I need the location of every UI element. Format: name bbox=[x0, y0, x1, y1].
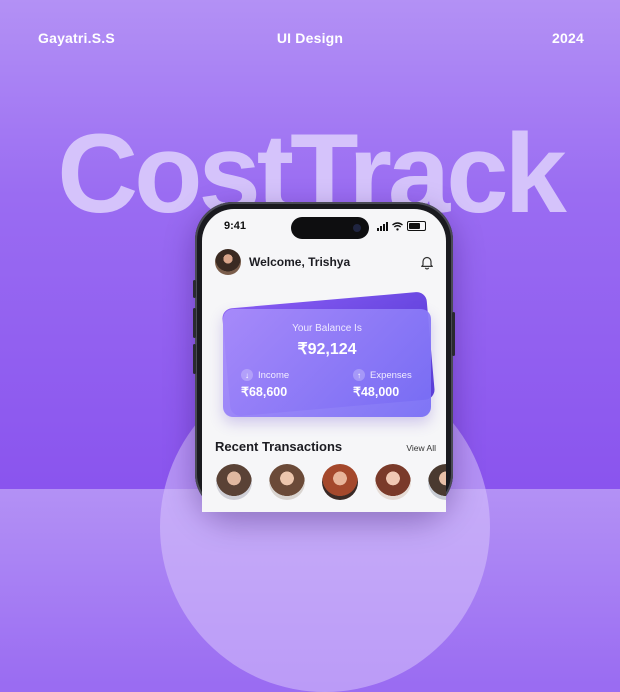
expenses-stat: ↑ Expenses ₹48,000 bbox=[353, 369, 412, 399]
phone-screen: 9:41 Welcome, Trishya Your Balance Is ₹9… bbox=[202, 209, 446, 512]
welcome-text: Welcome, Trishya bbox=[249, 255, 351, 269]
income-value: ₹68,600 bbox=[241, 385, 288, 399]
dynamic-island bbox=[291, 217, 369, 239]
contact-avatar[interactable] bbox=[428, 464, 446, 500]
app-header: Welcome, Trishya bbox=[215, 249, 350, 275]
phone-power-button bbox=[452, 312, 455, 356]
recent-contacts bbox=[216, 464, 446, 500]
wifi-icon bbox=[392, 221, 403, 231]
balance-label: Your Balance Is bbox=[292, 323, 362, 334]
contact-avatar[interactable] bbox=[375, 464, 411, 500]
phone-mockup: 9:41 Welcome, Trishya Your Balance Is ₹9… bbox=[193, 202, 455, 512]
year-label: 2024 bbox=[552, 30, 584, 46]
expenses-value: ₹48,000 bbox=[353, 385, 400, 399]
contact-avatar[interactable] bbox=[216, 464, 252, 500]
status-time: 9:41 bbox=[224, 220, 247, 232]
expenses-label: Expenses bbox=[370, 369, 412, 381]
phone-side-button bbox=[193, 280, 196, 298]
balance-value: ₹92,124 bbox=[297, 341, 357, 358]
contact-avatar[interactable] bbox=[269, 464, 305, 500]
status-icons bbox=[377, 221, 426, 231]
signal-icon bbox=[377, 221, 388, 231]
recent-transactions-title: Recent Transactions bbox=[215, 439, 343, 454]
battery-icon bbox=[407, 221, 426, 231]
bell-icon[interactable] bbox=[420, 255, 434, 270]
category-label: UI Design bbox=[276, 30, 344, 46]
phone-side-button bbox=[193, 344, 196, 374]
arrow-up-icon: ↑ bbox=[353, 369, 365, 381]
phone-side-button bbox=[193, 308, 196, 338]
balance-card[interactable]: Your Balance Is ₹92,124 ↓ Income ₹68,600… bbox=[223, 309, 431, 417]
view-all-link[interactable]: View All bbox=[406, 443, 436, 453]
avatar[interactable] bbox=[215, 249, 241, 275]
contact-avatar[interactable] bbox=[322, 464, 358, 500]
income-stat: ↓ Income ₹68,600 bbox=[241, 369, 289, 399]
camera-icon bbox=[353, 224, 361, 232]
arrow-down-icon: ↓ bbox=[241, 369, 253, 381]
income-label: Income bbox=[258, 369, 290, 381]
